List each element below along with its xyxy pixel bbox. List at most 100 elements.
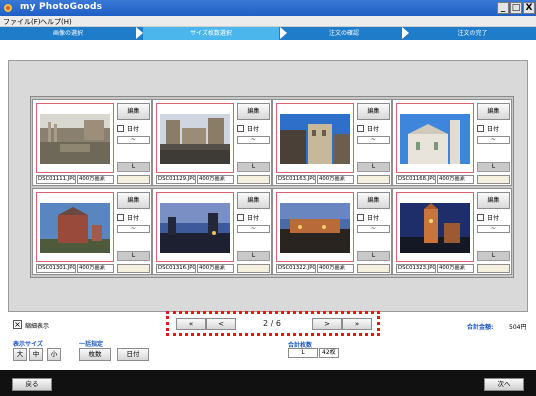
display-size-label: 表示サイズ	[13, 341, 43, 348]
quantity-input[interactable]	[477, 264, 510, 273]
edit-button[interactable]: 編集	[477, 192, 510, 209]
quantity-input[interactable]	[237, 175, 270, 184]
date-option[interactable]: 日付	[477, 124, 510, 133]
print-size-tag[interactable]: L	[357, 251, 390, 261]
date-option[interactable]: 日付	[477, 213, 510, 222]
step-separator-arrow	[136, 27, 143, 39]
photo-frame	[156, 192, 234, 262]
minimize-button[interactable]: _	[497, 2, 509, 14]
date-field[interactable]: ~	[237, 136, 270, 144]
photo-thumbnail[interactable]	[40, 203, 110, 253]
date-option[interactable]: 日付	[237, 213, 270, 222]
edit-button[interactable]: 編集	[477, 103, 510, 120]
date-field[interactable]: ~	[117, 136, 150, 144]
menu-bar: ファイル(F) ヘルプ(H)	[0, 16, 536, 27]
date-checkbox[interactable]	[117, 125, 124, 132]
print-size-tag[interactable]: L	[357, 162, 390, 172]
edit-button[interactable]: 編集	[117, 103, 150, 120]
bulk-quantity-button[interactable]: 枚数	[79, 348, 111, 361]
menu-help[interactable]: ヘルプ(H)	[40, 17, 72, 27]
date-option[interactable]: 日付	[237, 124, 270, 133]
date-checkbox[interactable]	[237, 125, 244, 132]
print-size-tag[interactable]: L	[477, 251, 510, 261]
edit-button[interactable]: 編集	[237, 192, 270, 209]
date-checkbox[interactable]	[117, 214, 124, 221]
close-button[interactable]: X	[523, 2, 535, 14]
date-label: 日付	[127, 126, 140, 133]
size-small-button[interactable]: 小	[47, 348, 61, 361]
bulk-date-button[interactable]: 日付	[117, 348, 149, 361]
date-option[interactable]: 日付	[117, 213, 150, 222]
photo-thumbnail[interactable]	[40, 114, 110, 164]
photo-resolution: 400万画素	[317, 264, 354, 273]
photo-thumbnail[interactable]	[280, 203, 350, 253]
photo-card: 編集 日付 ~ L DSC01129.JPG 400万画素	[152, 99, 272, 186]
quantity-input[interactable]	[117, 175, 150, 184]
date-field[interactable]: ~	[357, 225, 390, 233]
photo-card: 編集 日付 ~ L DSC01323.JPG 400万画素	[392, 188, 512, 275]
step-progress-bar: 画像の選択 サイズ枚数選択 注文の確認 注文の完了	[0, 27, 536, 40]
step-separator-arrow	[280, 27, 287, 39]
step-select-images: 画像の選択	[52, 30, 83, 37]
date-field[interactable]: ~	[357, 136, 390, 144]
date-field[interactable]: ~	[237, 225, 270, 233]
photo-thumbnail[interactable]	[400, 203, 470, 253]
first-page-button[interactable]: «	[176, 318, 206, 330]
date-field[interactable]: ~	[117, 225, 150, 233]
quantity-input[interactable]	[357, 175, 390, 184]
photo-filename: DSC01111.JPG	[36, 175, 76, 184]
edit-button[interactable]: 編集	[237, 103, 270, 120]
photo-filename: DSC01322.JPG	[276, 264, 316, 273]
edit-button[interactable]: 編集	[357, 192, 390, 209]
date-label: 日付	[487, 215, 500, 222]
back-button[interactable]: 戻る	[12, 378, 52, 391]
photo-thumbnail[interactable]	[160, 114, 230, 164]
menu-file[interactable]: ファイル(F)	[3, 17, 41, 27]
date-label: 日付	[367, 126, 380, 133]
photo-thumbnail[interactable]	[160, 203, 230, 253]
quantity-input[interactable]	[237, 264, 270, 273]
date-option[interactable]: 日付	[357, 124, 390, 133]
photo-card: 編集 日付 ~ L DSC01163.JPG 400万画素	[272, 99, 392, 186]
step-separator-arrow	[272, 27, 278, 39]
date-option[interactable]: 日付	[357, 213, 390, 222]
last-page-button[interactable]: »	[342, 318, 372, 330]
total-count-value: 42枚	[319, 348, 339, 358]
photo-card: 編集 日付 ~ L DSC01168.JPG 400万画素	[392, 99, 512, 186]
date-checkbox[interactable]	[477, 125, 484, 132]
print-size-tag[interactable]: L	[477, 162, 510, 172]
photo-filename: DSC01323.JPG	[396, 264, 436, 273]
date-checkbox[interactable]	[357, 125, 364, 132]
next-button[interactable]: 次へ	[484, 378, 524, 391]
edit-button[interactable]: 編集	[117, 192, 150, 209]
print-size-tag[interactable]: L	[237, 162, 270, 172]
thumbnail-display-toggle[interactable]: × 縮細表示	[13, 320, 83, 330]
photo-frame	[156, 103, 234, 173]
photo-thumbnail[interactable]	[280, 114, 350, 164]
date-checkbox[interactable]	[237, 214, 244, 221]
edit-button[interactable]: 編集	[357, 103, 390, 120]
prev-page-button[interactable]: <	[206, 318, 236, 330]
date-checkbox[interactable]	[357, 214, 364, 221]
date-checkbox[interactable]	[477, 214, 484, 221]
photo-thumbnail[interactable]	[400, 114, 470, 164]
date-field[interactable]: ~	[477, 225, 510, 233]
date-field[interactable]: ~	[477, 136, 510, 144]
quantity-input[interactable]	[117, 264, 150, 273]
date-option[interactable]: 日付	[117, 124, 150, 133]
photo-card: 編集 日付 ~ L DSC01301.JPG 400万画素	[32, 188, 152, 275]
photo-frame	[36, 103, 114, 173]
size-large-button[interactable]: 大	[13, 348, 27, 361]
photo-filename: DSC01301.JPG	[36, 264, 76, 273]
photo-frame	[276, 103, 354, 173]
quantity-input[interactable]	[477, 175, 510, 184]
size-medium-button[interactable]: 中	[29, 348, 43, 361]
next-page-button[interactable]: >	[312, 318, 342, 330]
checked-icon[interactable]: ×	[13, 320, 22, 329]
photo-card: 編集 日付 ~ L DSC01316.JPG 400万画素	[152, 188, 272, 275]
print-size-tag[interactable]: L	[237, 251, 270, 261]
quantity-input[interactable]	[357, 264, 390, 273]
print-size-tag[interactable]: L	[117, 251, 150, 261]
maximize-button[interactable]: □	[510, 2, 522, 14]
print-size-tag[interactable]: L	[117, 162, 150, 172]
